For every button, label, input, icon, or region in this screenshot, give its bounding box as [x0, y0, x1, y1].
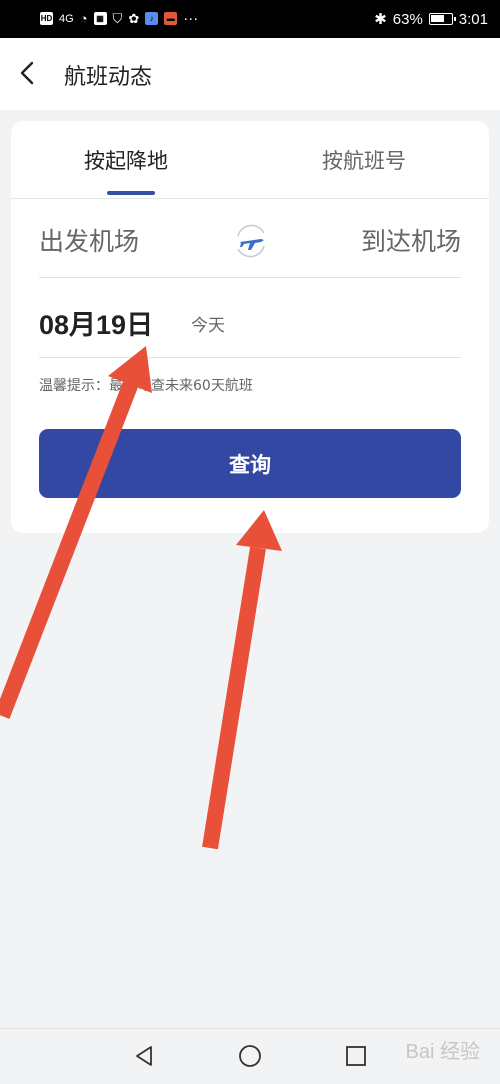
back-arrow-icon[interactable] [14, 58, 44, 88]
active-tab-indicator [107, 191, 155, 195]
flower-icon: ✿ [128, 10, 140, 26]
date-hint: 今天 [191, 316, 225, 336]
bluetooth-icon: ✱ [374, 11, 387, 28]
title-bar: 航班动态 [0, 38, 500, 110]
flight-search-card: 按起降地 按航班号 出发机场 到达机场 08月19日 今天 温馨提示：最多可查未… [11, 121, 489, 533]
clock: 3:01 [458, 10, 488, 28]
page-title: 航班动态 [64, 65, 153, 90]
battery-percent: 63% [392, 10, 423, 28]
nav-back-icon[interactable] [131, 1043, 157, 1069]
divider [39, 357, 461, 358]
swap-airports-icon[interactable] [230, 220, 272, 262]
app-notification-icon: ▦ [93, 12, 107, 25]
battery-icon [428, 13, 456, 25]
date-field[interactable]: 08月19日 [39, 303, 153, 342]
shield-icon: ⛉ [112, 10, 123, 26]
tip-text: 温馨提示：最多可查未来60天航班 [39, 378, 253, 394]
arrival-airport-field[interactable]: 到达机场 [361, 222, 461, 258]
divider [39, 277, 461, 278]
tab-divider [11, 198, 489, 199]
music-app-icon: ♪ [145, 12, 159, 25]
tab-by-route[interactable]: 按起降地 [84, 145, 168, 175]
signal-icon: 4G [59, 12, 74, 25]
nav-recents-icon[interactable] [343, 1043, 369, 1069]
watermark: Bai 经验 [405, 1041, 480, 1063]
status-icons-right: ✱ 63% 3:01 [374, 10, 488, 29]
tab-by-flight-number[interactable]: 按航班号 [322, 145, 406, 175]
departure-airport-field[interactable]: 出发机场 [39, 222, 139, 258]
status-bar: HD 4G ◔ ▦ ⛉ ✿ ♪ ▬ ··· ✱ 63% 3:01 [0, 0, 500, 38]
query-button[interactable]: 查询 [39, 429, 461, 498]
annotation-arrow [202, 510, 282, 850]
more-notifications-icon: ··· [183, 10, 199, 27]
wallet-app-icon: ▬ [164, 12, 178, 25]
wifi-icon: ◔ [79, 11, 88, 26]
status-icons-left: HD 4G ◔ ▦ ⛉ ✿ ♪ ▬ ··· [40, 10, 198, 27]
hd-icon: HD [40, 12, 53, 25]
nav-home-icon[interactable] [237, 1043, 263, 1069]
